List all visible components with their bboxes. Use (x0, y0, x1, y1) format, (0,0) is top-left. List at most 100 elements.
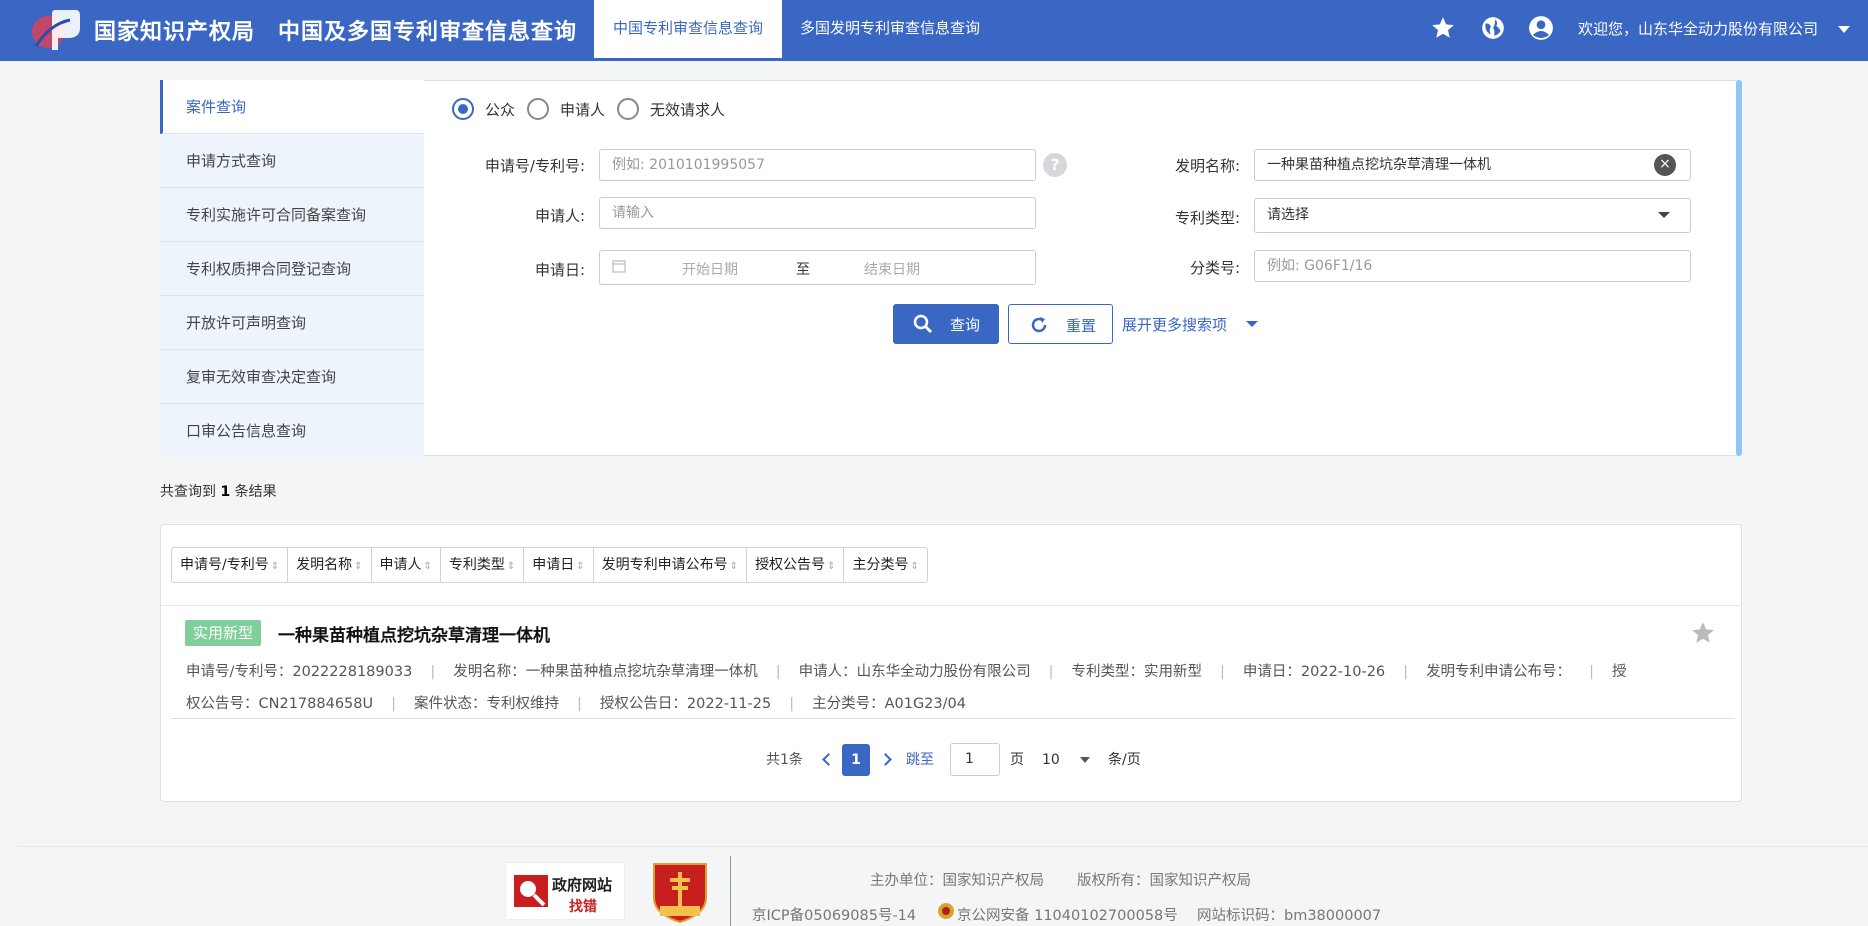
chevron-down-icon[interactable] (1246, 321, 1258, 327)
page-unit: 页 (1010, 752, 1024, 768)
sort-grant-no[interactable]: 授权公告号 ⇕ (747, 548, 845, 582)
sort-icon: ⇕ (910, 561, 919, 572)
patent-type-badge: 实用新型 (185, 620, 262, 646)
footer-icp[interactable]: 京ICP备05069085号-14 (752, 904, 916, 925)
meta-case-status: 案件状态：专利权维持 (414, 696, 560, 712)
search-button[interactable]: 查询 (893, 304, 999, 344)
reset-button-label: 重置 (1066, 317, 1097, 335)
role-label-applicant: 申请人 (560, 101, 606, 119)
gov-badge-icon (514, 875, 548, 907)
sort-icon: ⇕ (827, 561, 836, 572)
cnipa-logo-icon (32, 10, 80, 50)
tab-multi-country-patent[interactable]: 多国发明专利审查信息查询 (790, 0, 990, 61)
favorite-star-icon[interactable] (1690, 620, 1716, 646)
sidebar-item-open-license[interactable]: 开放许可声明查询 (160, 296, 424, 350)
result-meta-row-2: 权公告号：CN217884658U | 案件状态：专利权维持 | 授权公告日：2022-… (186, 696, 966, 712)
app-no-label: 申请号/专利号: (484, 157, 585, 175)
sidebar-item-application-method[interactable]: 申请方式查询 (160, 134, 424, 188)
sort-publication-no[interactable]: 发明专利申请公布号 ⇕ (594, 548, 748, 582)
meta-invention-name: 发明名称：一种果苗种植点挖坑杂草清理一体机 (453, 664, 758, 680)
meta-grant-date: 授权公告日：2022-11-25 (599, 696, 772, 712)
role-label-invalidation-requester: 无效请求人 (650, 101, 726, 119)
app-no-input[interactable]: 例如: 2010101995057 (599, 149, 1036, 181)
start-date-input[interactable]: 开始日期 (682, 259, 738, 279)
date-range-separator: 至 (796, 262, 810, 278)
role-radio-invalidation-requester[interactable] (617, 98, 639, 120)
side-nav: 案件查询 申请方式查询 专利实施许可合同备案查询 专利权质押合同登记查询 开放许… (160, 80, 424, 456)
sidebar-item-oral-hearing[interactable]: 口审公告信息查询 (160, 404, 424, 458)
result-title[interactable]: 一种果苗种植点挖坑杂草清理一体机 (278, 621, 550, 646)
sort-icon: ⇕ (270, 561, 280, 572)
meta-main-class: 主分类号：A01G23/04 (812, 696, 966, 712)
globe-icon[interactable] (1480, 15, 1506, 41)
chevron-down-icon[interactable] (1838, 26, 1850, 33)
result-count-suffix: 条结果 (234, 484, 277, 500)
sort-main-class[interactable]: 主分类号 ⇕ (844, 548, 926, 582)
result-count-prefix: 共查询到 (160, 484, 216, 500)
search-icon (913, 314, 932, 333)
sort-bar: 申请号/专利号 ⇕ 发明名称 ⇕ 申请人 ⇕ 专利类型 ⇕ 申请日 ⇕ 发明专利申请公布号… (171, 547, 928, 583)
sidebar-item-reexamination[interactable]: 复审无效审查决定查询 (160, 350, 424, 404)
sort-app-no[interactable]: 申请号/专利号 ⇕ (172, 548, 289, 582)
welcome-text[interactable]: 欢迎您，山东华全动力股份有限公司 (1578, 18, 1818, 39)
patent-type-select[interactable]: 请选择 (1254, 198, 1691, 233)
page-size-select[interactable]: 10 (1042, 744, 1060, 776)
end-date-input[interactable]: 结束日期 (864, 259, 920, 279)
user-icon[interactable] (1528, 15, 1554, 41)
footer-site-code: 网站标识码：bm38000007 (1197, 908, 1382, 924)
sidebar-item-license-contract[interactable]: 专利实施许可合同备案查询 (160, 188, 424, 242)
sort-label: 申请日 (532, 557, 575, 573)
gov-badge-line2: 找错 (569, 899, 597, 915)
jump-page-input[interactable]: 1 (950, 743, 1000, 776)
party-emblem-icon[interactable] (650, 858, 710, 924)
tab-china-patent[interactable]: 中国专利审查信息查询 (594, 0, 782, 61)
sort-patent-type[interactable]: 专利类型 ⇕ (441, 548, 525, 582)
app-date-range[interactable] (599, 250, 1036, 285)
divider (160, 605, 1742, 606)
meta-publication-no: 发明专利申请公布号： (1426, 664, 1572, 680)
classification-label: 分类号: (1189, 259, 1240, 277)
sort-label: 主分类号 (852, 557, 909, 573)
star-icon[interactable] (1430, 15, 1456, 41)
footer-divider (18, 846, 1868, 847)
sort-label: 授权公告号 (755, 557, 826, 573)
sort-icon: ⇕ (576, 561, 585, 572)
sort-icon: ⇕ (506, 561, 516, 572)
sort-label: 申请号/专利号 (180, 557, 269, 573)
refresh-icon (1031, 317, 1047, 333)
top-header: 国家知识产权局 中国及多国专利审查信息查询 中国专利审查信息查询 多国发明专利审… (0, 0, 1868, 61)
meta-patent-type: 专利类型：实用新型 (1071, 664, 1203, 680)
footer-sponsor: 主办单位：国家知识产权局 (870, 873, 1044, 889)
sort-app-date[interactable]: 申请日 ⇕ (524, 548, 594, 582)
brand-name: 国家知识产权局 (94, 20, 256, 45)
sort-icon: ⇕ (729, 561, 739, 572)
sort-label: 专利类型 (448, 557, 505, 573)
chevron-down-icon[interactable] (1080, 757, 1090, 763)
sort-label: 发明名称 (296, 557, 353, 573)
footer-police-record[interactable]: 京公网安备 11040102700058号 (957, 904, 1178, 925)
sort-invention-name[interactable]: 发明名称 ⇕ (288, 548, 372, 582)
gov-error-report-badge[interactable]: 政府网站 找错 (505, 862, 625, 920)
role-radio-public[interactable] (452, 98, 474, 120)
sort-applicant[interactable]: 申请人 ⇕ (372, 548, 441, 582)
sort-icon: ⇕ (423, 561, 432, 572)
reset-button[interactable]: 重置 (1008, 304, 1113, 344)
gov-badge-line1: 政府网站 (552, 876, 613, 894)
panel-scrollbar[interactable] (1736, 80, 1742, 456)
sidebar-item-case-query[interactable]: 案件查询 (160, 80, 424, 134)
help-icon[interactable]: ? (1043, 153, 1067, 177)
sidebar-item-pledge-contract[interactable]: 专利权质押合同登记查询 (160, 242, 424, 296)
expand-more-link[interactable]: 展开更多搜索项 (1122, 314, 1227, 335)
role-radio-applicant[interactable] (527, 98, 549, 120)
police-badge-icon (938, 903, 954, 919)
search-button-label: 查询 (950, 316, 981, 334)
clear-icon[interactable]: × (1654, 154, 1676, 176)
page-size-unit: 条/页 (1108, 752, 1141, 768)
app-date-label: 申请日: (534, 261, 585, 279)
applicant-input[interactable]: 请输入 (599, 197, 1036, 229)
classification-input[interactable]: 例如: G06F1/16 (1254, 250, 1691, 282)
jump-label: 跳至 (906, 752, 934, 768)
invention-name-input[interactable]: 一种果苗种植点挖坑杂草清理一体机 (1254, 149, 1691, 181)
result-count: 共查询到 1 条结果 (160, 481, 277, 501)
page-button-current[interactable]: 1 (842, 744, 870, 776)
